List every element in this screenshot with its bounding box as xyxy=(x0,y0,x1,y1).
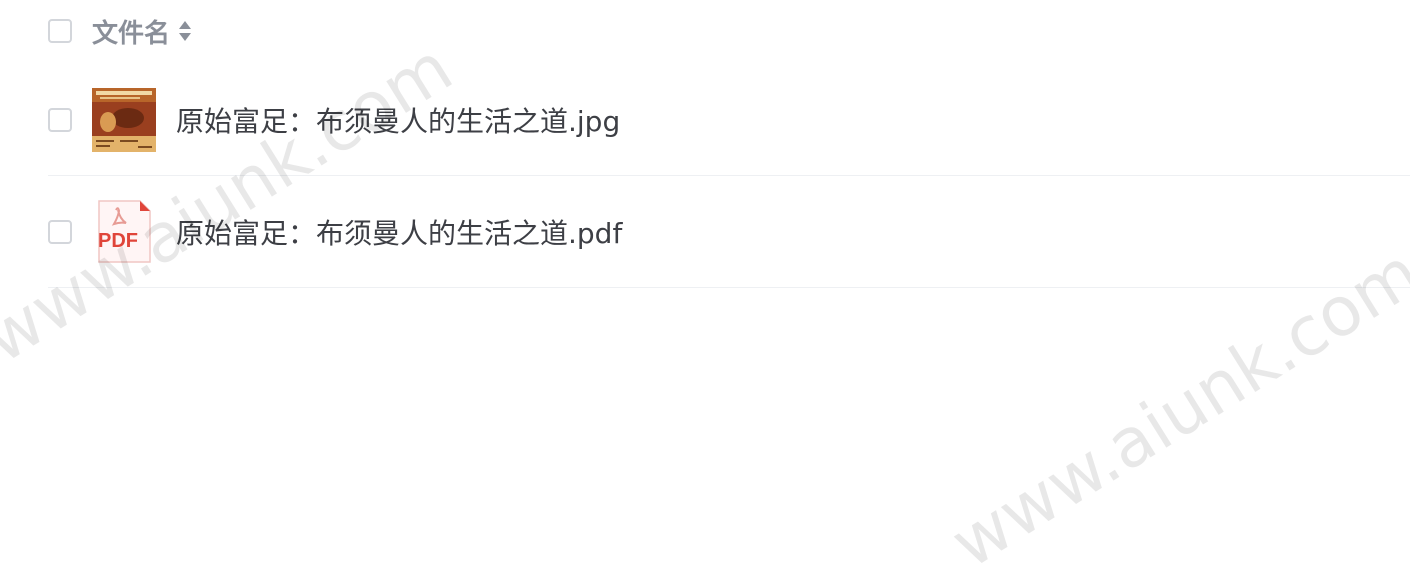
column-header-filename[interactable]: 文件名 xyxy=(92,13,170,50)
file-list-header: 文件名 xyxy=(48,13,192,50)
row-checkbox[interactable] xyxy=(48,219,72,244)
pdf-label: PDF xyxy=(98,229,138,252)
sort-icon[interactable] xyxy=(178,18,192,44)
select-all-checkbox[interactable] xyxy=(48,19,72,43)
file-name[interactable]: 原始富足：布须曼人的生活之道.pdf xyxy=(176,212,622,252)
file-row[interactable]: 原始富足：布须曼人的生活之道.jpg xyxy=(48,64,1410,176)
pdf-file-icon: PDF xyxy=(92,199,156,264)
row-checkbox[interactable] xyxy=(48,107,72,132)
file-name[interactable]: 原始富足：布须曼人的生活之道.jpg xyxy=(176,100,620,140)
file-row[interactable]: PDF 原始富足：布须曼人的生活之道.pdf xyxy=(48,176,1410,288)
image-thumbnail xyxy=(92,87,156,152)
